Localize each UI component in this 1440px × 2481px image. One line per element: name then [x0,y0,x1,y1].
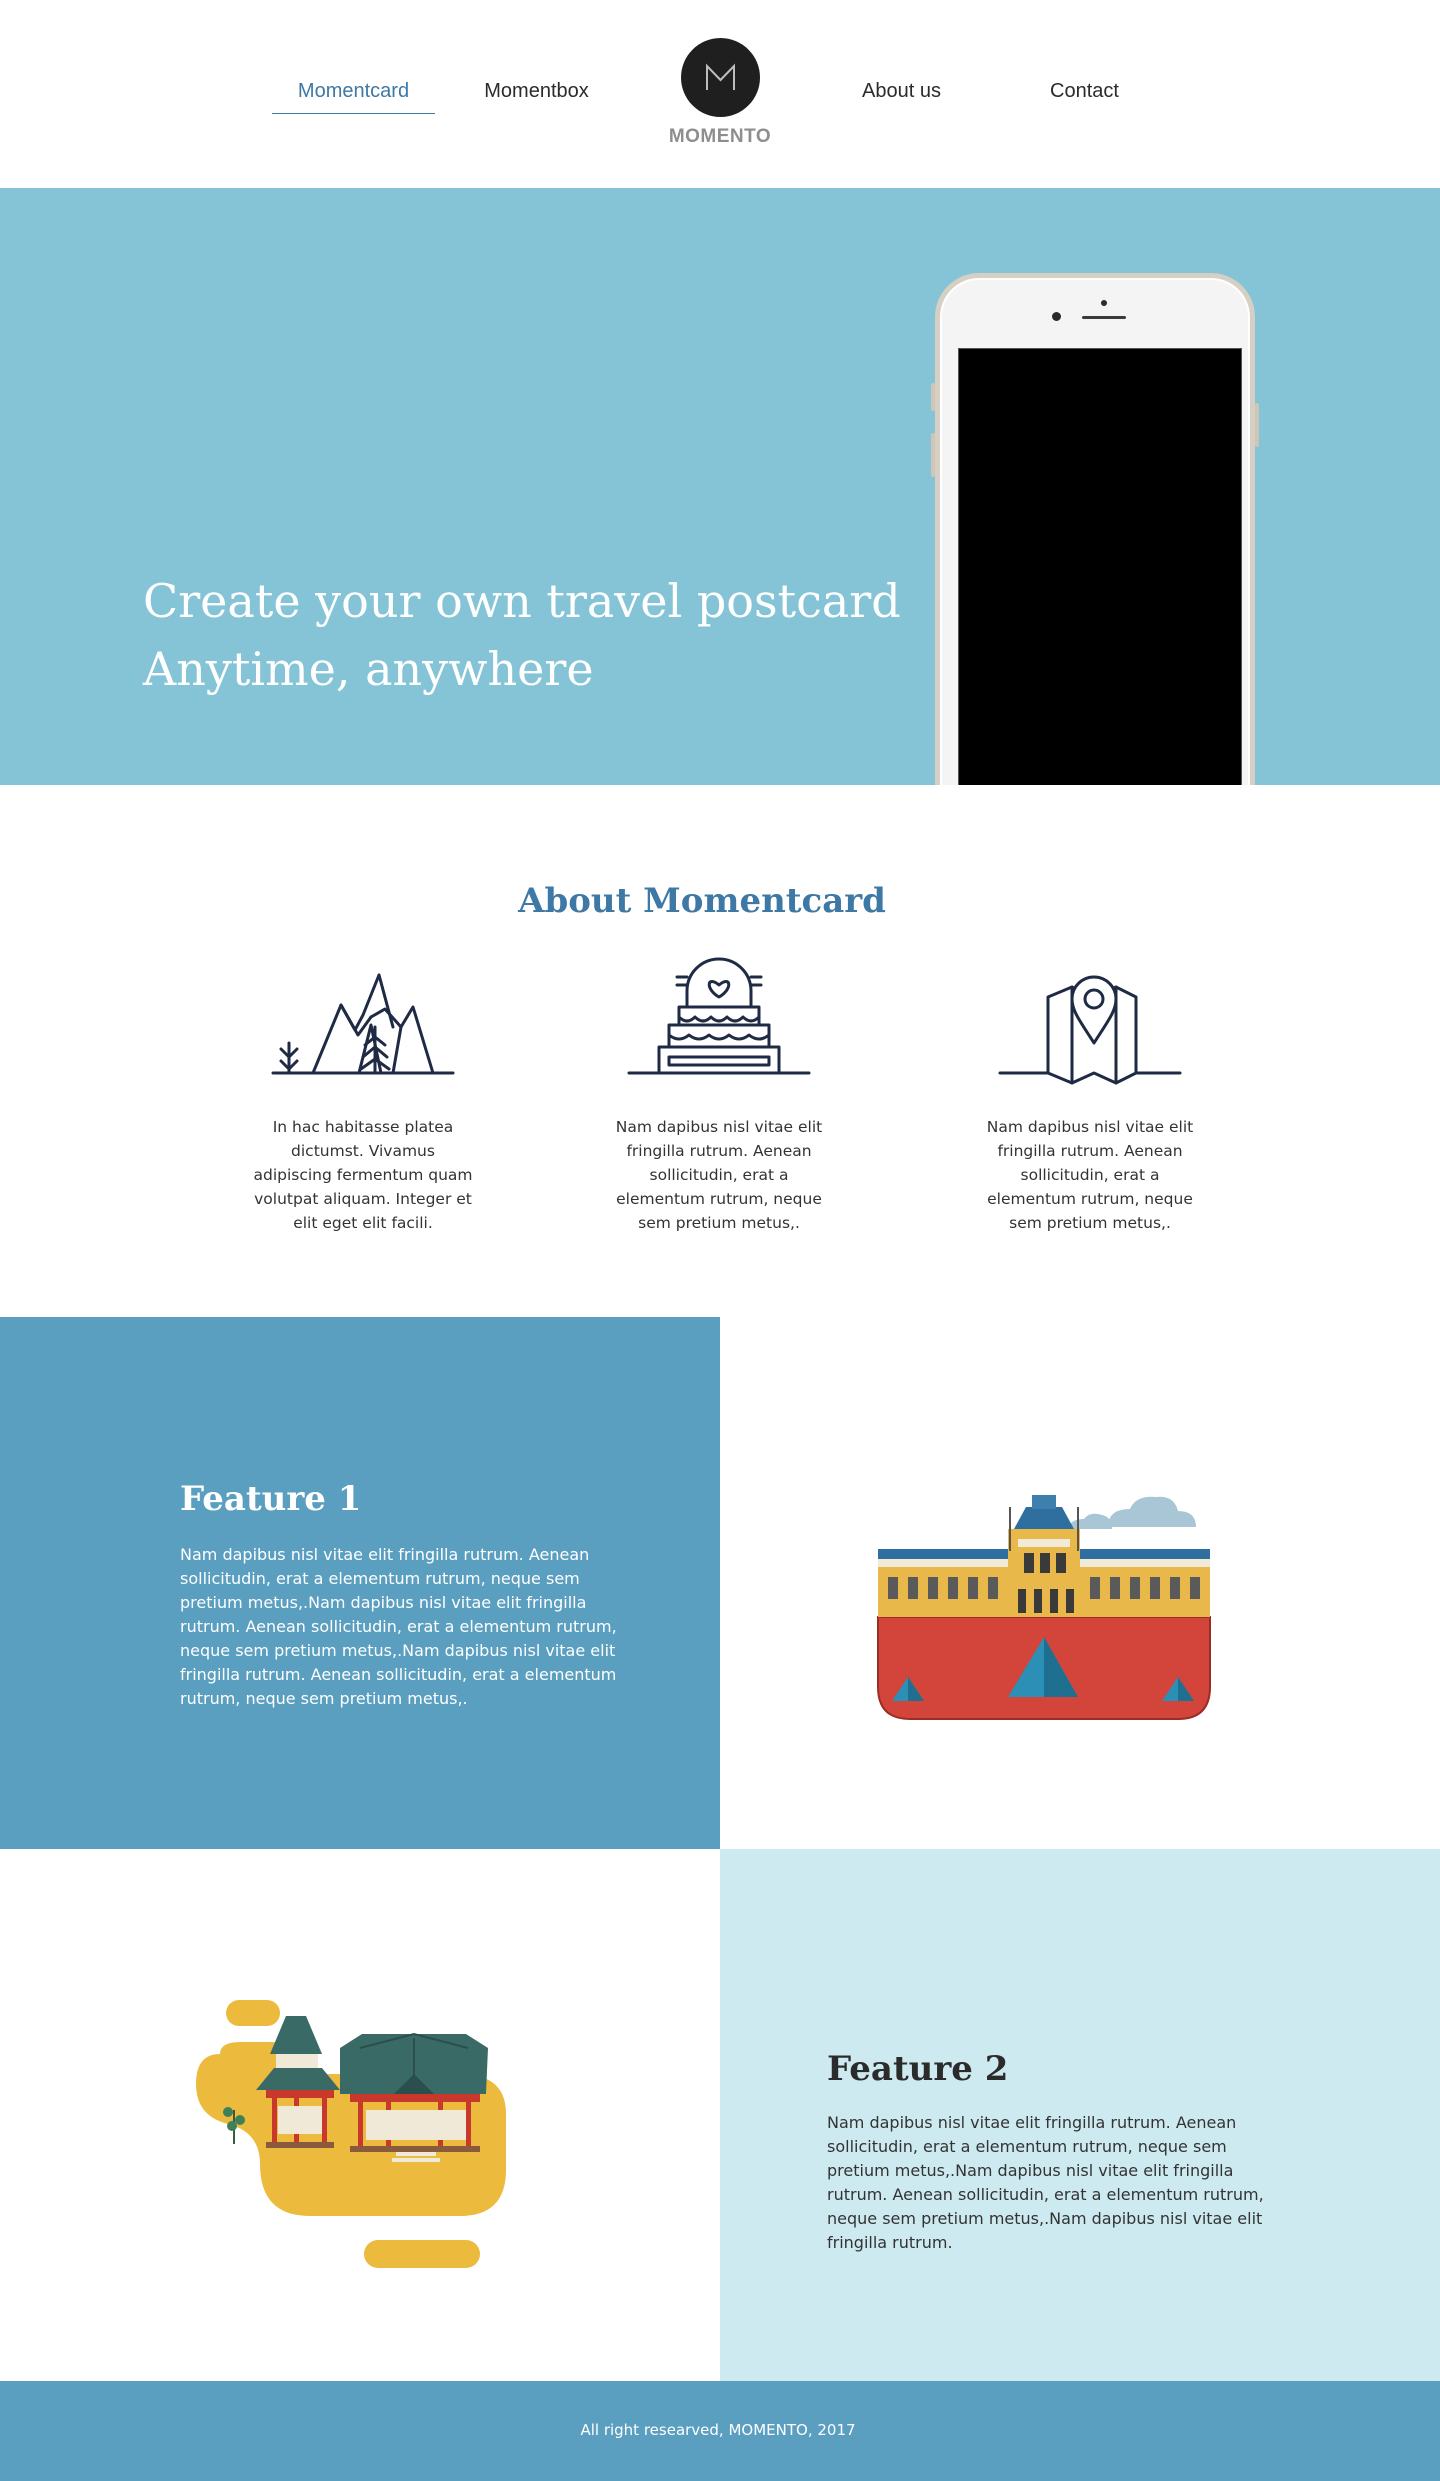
phone-mockup [931,273,1259,785]
feature-2-section: Feature 2 Nam dapibus nisl vitae elit fr… [0,1849,1440,2381]
about-item-text: In hac habitasse platea dictumst. Vivamu… [253,1118,473,1232]
nav-link-about-us[interactable]: About us [820,80,983,114]
about-item: Nam dapibus nisl vitae elit fringilla ru… [970,945,1210,1235]
nav-link-momentbox[interactable]: Momentbox [455,80,618,114]
mountains-icon [271,973,455,1075]
feature-1-section: Feature 1 Nam dapibus nisl vitae elit fr… [0,1317,1440,1849]
feature-2-image-panel [0,1849,720,2381]
feature-2-text-panel: Feature 2 Nam dapibus nisl vitae elit fr… [720,1849,1440,2381]
phone-side-button [1255,403,1259,447]
feature-2-title: Feature 2 [827,2049,1009,2089]
about-item-text: Nam dapibus nisl vitae elit fringilla ru… [615,1118,823,1232]
feature-1-text: Nam dapibus nisl vitae elit fringilla ru… [180,1545,617,1708]
phone-speaker [1082,316,1126,319]
nav-link-contact[interactable]: Contact [1003,80,1166,114]
phone-camera [1052,312,1061,321]
feature-1-image-panel [720,1317,1440,1849]
japanese-temple-illustration [196,2000,506,2268]
map-pin-icon [998,975,1182,1085]
phone-sensor [1101,300,1107,306]
hero-subheadline: Anytime, anywhere [143,642,594,696]
phone-body [935,273,1255,785]
logo-text: MOMENTO [668,126,772,147]
site-footer: All right researved, MOMENTO, 2017 [0,2381,1440,2481]
about-title: About Momentcard [518,881,886,921]
about-section: About Momentcard In hac habitasse platea… [0,785,1440,1317]
momento-logo[interactable]: MOMENTO [660,38,780,150]
feature-1-text-panel: Feature 1 Nam dapibus nisl vitae elit fr… [0,1317,720,1849]
footer-copyright: All right researved, MOMENTO, 2017 [580,2421,856,2439]
phone-screen [958,348,1242,785]
about-item: In hac habitasse platea dictumst. Vivamu… [243,945,483,1235]
wedding-cake-icon [627,957,811,1075]
hero-headline: Create your own travel postcard [143,574,901,628]
site-header: Momentcard Momentbox MOMENTO About us Co… [0,0,1440,188]
feature-2-text: Nam dapibus nisl vitae elit fringilla ru… [827,2113,1264,2252]
nav-link-momentcard[interactable]: Momentcard [272,80,435,114]
feature-1-title: Feature 1 [180,1479,362,1519]
hero-banner: Create your own travel postcard Anytime,… [0,188,1440,785]
m-monogram-icon [681,38,760,117]
about-item-text: Nam dapibus nisl vitae elit fringilla ru… [986,1118,1194,1232]
about-item: Nam dapibus nisl vitae elit fringilla ru… [599,945,839,1235]
louvre-museum-illustration [877,1495,1211,1720]
